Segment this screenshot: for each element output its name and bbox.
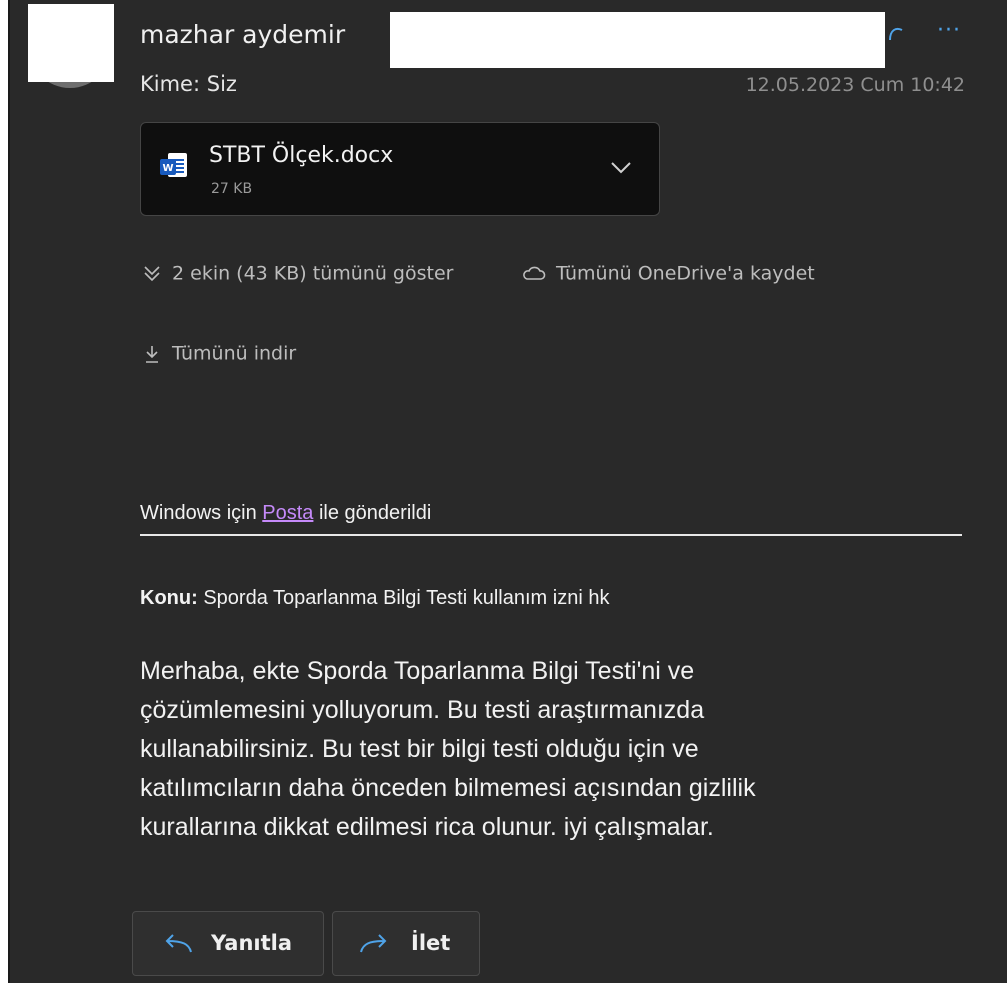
subject-text: Sporda Toparlanma Bilgi Testi kullanım i… [203,587,610,609]
subject-label: Konu: [140,587,198,609]
reply-icon[interactable] [888,24,904,42]
divider [140,534,962,536]
avatar-redaction [28,4,114,82]
save-to-onedrive-link[interactable]: Tümünü OneDrive'a kaydet [522,262,815,285]
forward-button[interactable]: İlet [332,911,480,976]
attachment-filename: STBT Ölçek.docx [209,143,394,168]
double-chevron-down-icon [144,265,160,281]
recipient-line: Kime: Siz [140,72,237,96]
attachment-size: 27 KB [211,181,253,197]
body-line: kullanabilirsiniz. Bu test bir bilgi tes… [140,735,699,763]
show-all-attachments-link[interactable]: 2 ekin (43 KB) tümünü göster [142,262,453,285]
reply-button[interactable]: Yanıtla [132,911,324,976]
sent-suffix: ile gönderildi [318,502,432,524]
message-body: Merhaba, ekte Sporda Toparlanma Bilgi Te… [140,652,920,847]
body-line: Merhaba, ekte Sporda Toparlanma Bilgi Te… [140,657,695,685]
sent-from-line: Windows için Posta ile gönderildi [140,502,431,525]
forward-label: İlet [411,931,451,955]
download-all-link[interactable]: Tümünü indir [142,342,296,365]
show-all-label: 2 ekin (43 KB) tümünü göster [172,262,454,285]
save-onedrive-label: Tümünü OneDrive'a kaydet [556,262,815,285]
reply-arrow-icon [165,934,192,953]
received-datetime: 12.05.2023 Cum 10:42 [745,74,965,96]
body-line: çözümlemesini yolluyorum. Bu testi araşt… [140,696,705,724]
cloud-icon [523,266,546,280]
svg-text:W: W [162,163,173,174]
word-icon: W [160,153,187,177]
download-icon [146,345,158,363]
reading-pane: mazhar aydemir ··· Kime: Siz 12.05.2023 … [8,0,1007,983]
attachment-card[interactable]: W STBT Ölçek.docx 27 KB [140,122,660,216]
body-line: kurallarına dikkat edilmesi rica olunur.… [140,813,714,841]
download-all-label: Tümünü indir [172,342,297,365]
sent-prefix: Windows için [140,502,257,524]
body-line: katılımcıların daha önceden bilmemesi aç… [140,774,756,802]
sender-email-redaction [390,12,885,68]
window-frame: mazhar aydemir ··· Kime: Siz 12.05.2023 … [0,0,1007,983]
forward-arrow-icon [360,934,387,953]
subject-line: Konu: Sporda Toparlanma Bilgi Testi kull… [140,587,609,610]
chevron-down-icon[interactable] [609,157,633,177]
reply-label: Yanıtla [211,931,293,955]
sender-name[interactable]: mazhar aydemir [140,20,345,49]
more-options-icon[interactable]: ··· [937,18,961,43]
posta-link[interactable]: Posta [262,502,313,524]
